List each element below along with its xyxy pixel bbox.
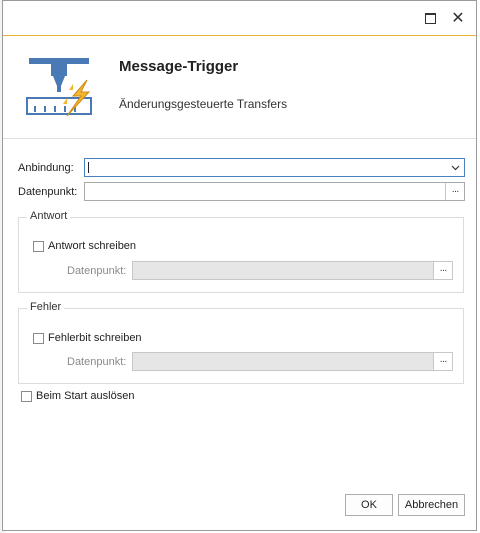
answer-write-label[interactable]: Antwort schreiben: [48, 240, 136, 252]
cancel-button[interactable]: Abbrechen: [398, 494, 465, 516]
dialog-title: Message-Trigger: [119, 58, 239, 75]
datapoint-label: Datenpunkt:: [18, 186, 78, 198]
answer-datapoint-label: Datenpunkt:: [67, 265, 127, 277]
datapoint-field[interactable]: ···: [84, 182, 465, 201]
close-icon: ✕: [451, 10, 465, 27]
answer-group: Antwort Antwort schreiben Datenpunkt: ··…: [18, 210, 464, 293]
answer-write-checkbox[interactable]: [33, 241, 44, 252]
binding-dropdown[interactable]: [84, 158, 465, 177]
answer-group-title: Antwort: [27, 210, 71, 222]
error-datapoint-field: ···: [132, 352, 453, 371]
error-browse-button: ···: [433, 353, 452, 370]
error-write-label[interactable]: Fehlerbit schreiben: [48, 332, 142, 344]
error-write-checkbox[interactable]: [33, 333, 44, 344]
trigger-lightning-icon: [26, 58, 92, 117]
chevron-down-icon[interactable]: [451, 163, 460, 172]
text-caret: [88, 162, 89, 173]
error-datapoint-label: Datenpunkt:: [67, 356, 127, 368]
message-trigger-dialog: ✕ Message-Trigger Änderungsgesteuerte Tr…: [2, 0, 477, 531]
title-bar: ✕: [3, 1, 476, 36]
maximize-button[interactable]: [421, 9, 439, 27]
start-trigger-label[interactable]: Beim Start auslösen: [36, 390, 134, 402]
answer-browse-button: ···: [433, 262, 452, 279]
dialog-header: Message-Trigger Änderungsgesteuerte Tran…: [3, 36, 476, 139]
ok-button[interactable]: OK: [345, 494, 393, 516]
error-group-title: Fehler: [27, 301, 65, 313]
error-group: Fehler Fehlerbit schreiben Datenpunkt: ·…: [18, 301, 464, 384]
maximize-icon: [424, 12, 436, 24]
datapoint-browse-button[interactable]: ···: [445, 183, 464, 200]
dialog-subtitle: Änderungsgesteuerte Transfers: [119, 97, 288, 111]
close-button[interactable]: ✕: [449, 9, 467, 27]
answer-datapoint-field: ···: [132, 261, 453, 280]
binding-label: Anbindung:: [18, 162, 74, 174]
start-trigger-checkbox[interactable]: [21, 391, 32, 402]
